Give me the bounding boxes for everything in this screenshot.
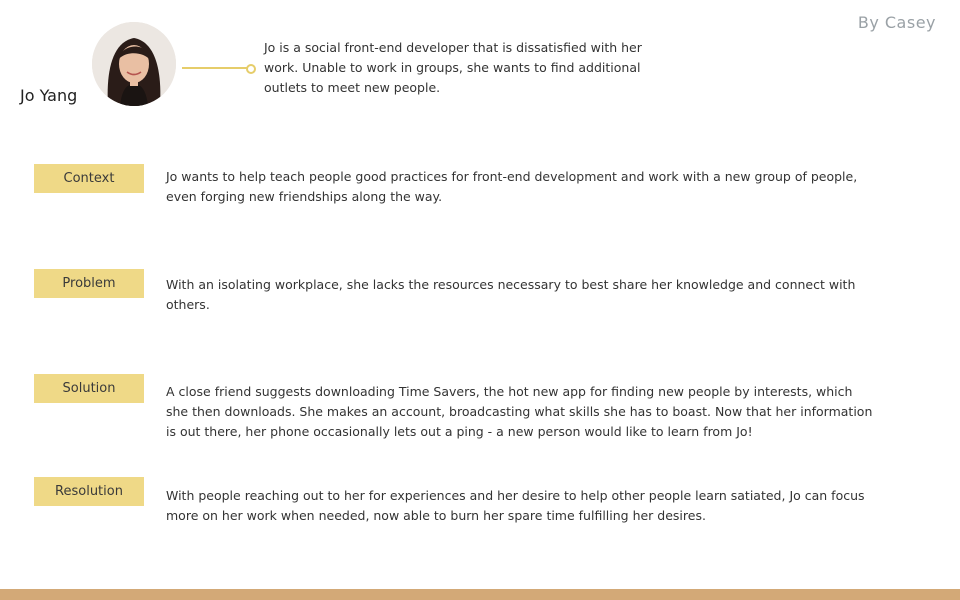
section-text-resolution: With people reaching out to her for expe…	[166, 488, 865, 523]
section-text-context: Jo wants to help teach people good pract…	[166, 169, 858, 204]
persona-photo	[92, 22, 176, 106]
persona-avatar	[92, 22, 176, 106]
section-label-context: Context	[34, 164, 144, 193]
author-credit: By Casey	[857, 13, 936, 32]
section-text-problem: With an isolating workplace, she lacks t…	[166, 277, 856, 312]
section-label-solution: Solution	[34, 374, 144, 403]
bottom-accent-bar	[0, 589, 960, 600]
section-label-resolution: Resolution	[34, 477, 144, 506]
section-text-solution: A close friend suggests downloading Time…	[166, 384, 873, 439]
persona-bio: Jo is a social front-end developer that …	[264, 40, 642, 95]
connector-dot	[246, 64, 256, 74]
persona-name: Jo Yang	[20, 86, 78, 105]
connector-line	[182, 67, 250, 69]
section-label-problem: Problem	[34, 269, 144, 298]
